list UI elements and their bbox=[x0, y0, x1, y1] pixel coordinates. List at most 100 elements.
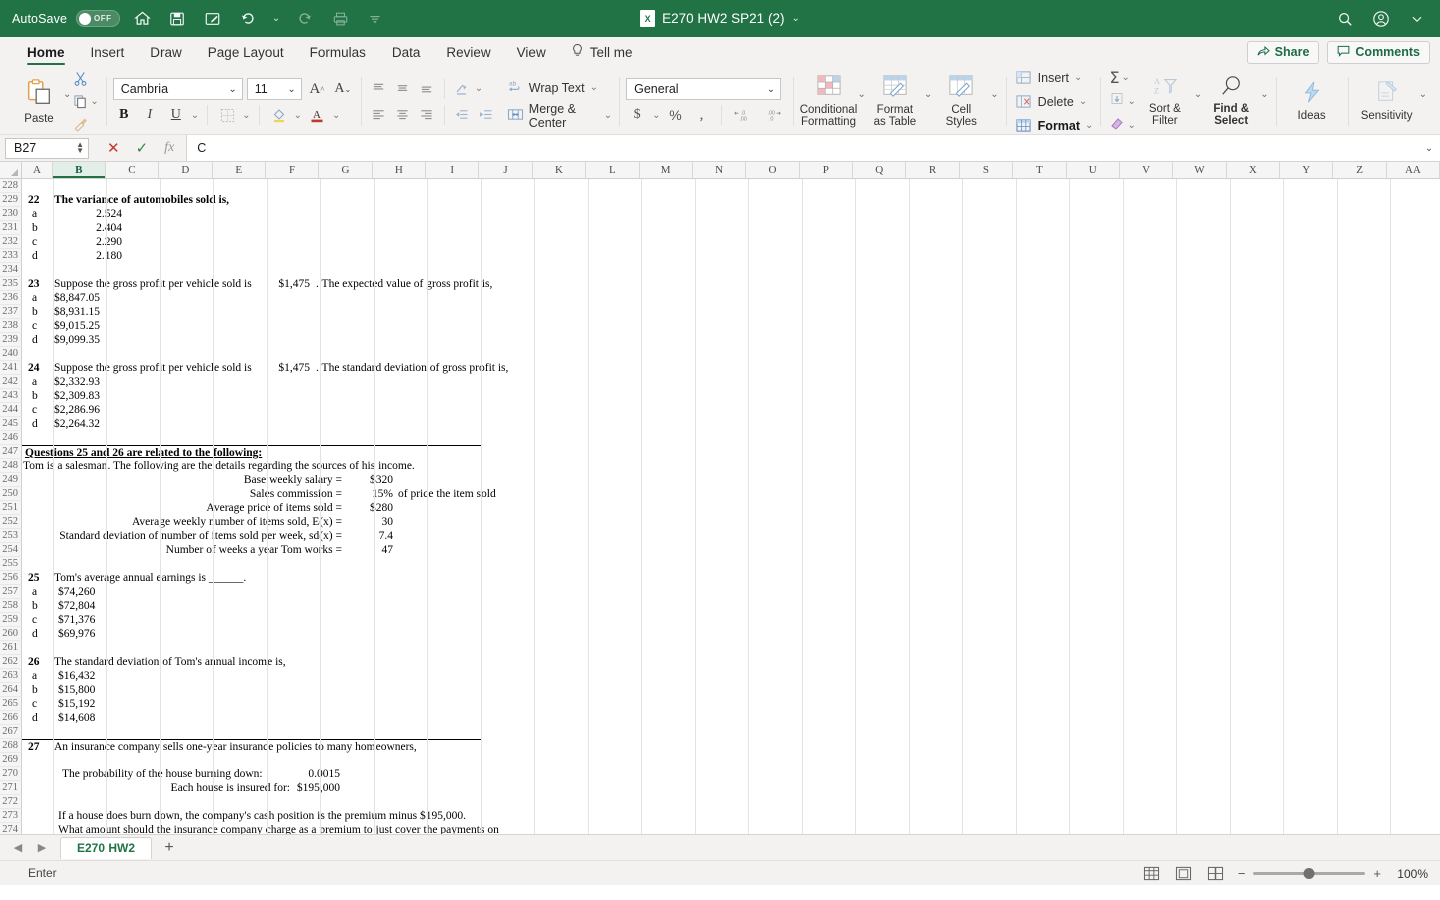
column-header-p[interactable]: P bbox=[800, 162, 853, 178]
column-header-y[interactable]: Y bbox=[1280, 162, 1334, 178]
cell-text[interactable]: 27 bbox=[28, 740, 40, 754]
tab-home[interactable]: Home bbox=[14, 37, 78, 67]
column-header-m[interactable]: M bbox=[640, 162, 693, 178]
insert-dropdown-icon[interactable]: ⌄ bbox=[1074, 72, 1082, 83]
cell-text[interactable]: b bbox=[32, 683, 38, 697]
cell-text[interactable]: . The standard deviation of gross profit… bbox=[316, 361, 508, 375]
cell-text[interactable]: 22 bbox=[28, 193, 40, 207]
row-header-266[interactable]: 266 bbox=[0, 711, 22, 725]
row-header-230[interactable]: 230 bbox=[0, 207, 22, 221]
cell-styles-dropdown-icon[interactable]: ⌄ bbox=[990, 89, 998, 100]
row-cells[interactable]: b 2.404 bbox=[22, 221, 1440, 235]
row-header-273[interactable]: 273 bbox=[0, 809, 22, 823]
cell-text[interactable]: $16,432 bbox=[58, 669, 95, 683]
row-cells[interactable] bbox=[22, 753, 1440, 767]
cell-text[interactable]: Each house is insured for: bbox=[62, 781, 290, 795]
row-cells[interactable]: c $15,192 bbox=[22, 697, 1440, 711]
name-box[interactable]: B27 ▲ ▼ bbox=[5, 137, 89, 159]
cell-text[interactable]: 30 bbox=[350, 515, 394, 529]
confirm-icon[interactable]: ✓ bbox=[136, 139, 149, 157]
row-cells[interactable]: d $14,608 bbox=[22, 711, 1440, 725]
row-cells[interactable]: b $8,931.15 bbox=[22, 305, 1440, 319]
insert-function-icon[interactable]: fx bbox=[164, 140, 174, 156]
sort-filter-button[interactable]: AZ Sort & Filter bbox=[1136, 75, 1194, 129]
cell-text[interactable]: The probability of the house burning dow… bbox=[62, 767, 263, 781]
cell-text[interactable]: d bbox=[32, 249, 38, 263]
copy-button[interactable]: ⌄ bbox=[73, 92, 99, 112]
row-cells[interactable]: a $74,260 bbox=[22, 585, 1440, 599]
font-name-combo[interactable]: Cambria ⌄ bbox=[112, 78, 243, 100]
cell-text[interactable]: 2.404 bbox=[77, 221, 122, 235]
zoom-track[interactable] bbox=[1253, 867, 1366, 879]
row-cells[interactable]: Base weekly salary = $320 bbox=[22, 473, 1440, 487]
sheet-tab-e270-hw2[interactable]: E270 HW2 bbox=[60, 836, 153, 859]
fill-button[interactable]: ⌄ bbox=[1109, 92, 1136, 112]
undo-dropdown-icon[interactable]: ⌄ bbox=[269, 7, 283, 31]
autosum-button[interactable]: Σ ⌄ bbox=[1109, 68, 1135, 88]
save-icon[interactable] bbox=[164, 7, 190, 31]
increase-indent-icon[interactable] bbox=[475, 105, 497, 125]
cell-text[interactable]: 2.290 bbox=[77, 235, 122, 249]
row-cells[interactable]: d $9,099.35 bbox=[22, 333, 1440, 347]
row-cells[interactable]: c $71,376 bbox=[22, 613, 1440, 627]
select-all-corner[interactable] bbox=[0, 162, 22, 178]
cell-text[interactable]: Tom's average annual earnings is ______. bbox=[54, 571, 246, 585]
row-header-264[interactable]: 264 bbox=[0, 683, 22, 697]
row-header-229[interactable]: 229 bbox=[0, 193, 22, 207]
customize-toolbar-icon[interactable] bbox=[362, 7, 388, 31]
row-header-243[interactable]: 243 bbox=[0, 389, 22, 403]
cell-text[interactable]: If a house does burn down, the company's… bbox=[58, 809, 466, 823]
row-cells[interactable]: 26 The standard deviation of Tom's annual… bbox=[22, 655, 1440, 669]
merge-center-dropdown-icon[interactable]: ⌄ bbox=[604, 110, 612, 121]
align-right-icon[interactable] bbox=[416, 105, 438, 125]
tab-view[interactable]: View bbox=[504, 37, 559, 67]
row-cells[interactable]: c $2,286.96 bbox=[22, 403, 1440, 417]
row-cells[interactable]: Tom is a salesman. The following are the… bbox=[22, 459, 1440, 473]
paste-button[interactable]: Paste bbox=[15, 78, 63, 125]
row-cells[interactable]: Standard deviation of number of items so… bbox=[22, 529, 1440, 543]
cell-text[interactable]: 2.180 bbox=[77, 249, 122, 263]
cell-text[interactable]: $15,800 bbox=[58, 683, 95, 697]
row-header-248[interactable]: 248 bbox=[0, 459, 22, 473]
previous-sheet-icon[interactable]: ◀ bbox=[8, 841, 28, 854]
row-header-261[interactable]: 261 bbox=[0, 641, 22, 655]
accounting-format-icon[interactable]: $ bbox=[626, 105, 648, 125]
cell-text[interactable]: The standard deviation of Tom's annual i… bbox=[54, 655, 286, 669]
column-header-w[interactable]: W bbox=[1173, 162, 1227, 178]
fill-color-icon[interactable] bbox=[268, 105, 290, 125]
cell-text[interactable]: a bbox=[32, 375, 37, 389]
italic-button[interactable]: I bbox=[139, 105, 161, 125]
cell-text[interactable]: Base weekly salary = bbox=[25, 473, 342, 487]
cell-text[interactable]: An insurance company sells one-year insu… bbox=[54, 740, 417, 754]
row-cells[interactable] bbox=[22, 347, 1440, 361]
row-cells[interactable]: 23 Suppose the gross profit per vehicle s… bbox=[22, 277, 1440, 291]
row-cells[interactable]: Questions 25 and 26 are related to the f… bbox=[22, 445, 481, 459]
tab-draw[interactable]: Draw bbox=[137, 37, 195, 67]
increase-decimal-icon[interactable]: .0.00 bbox=[730, 105, 756, 125]
text-orientation-icon[interactable] bbox=[451, 79, 473, 99]
cell-text[interactable]: $280 bbox=[350, 501, 393, 515]
column-header-u[interactable]: U bbox=[1067, 162, 1120, 178]
row-cells[interactable]: If a house does burn down, the company's… bbox=[22, 809, 1440, 823]
column-header-x[interactable]: X bbox=[1227, 162, 1280, 178]
row-cells[interactable] bbox=[22, 179, 1440, 193]
cell-text[interactable]: c bbox=[32, 697, 37, 711]
format-painter-button[interactable] bbox=[73, 115, 98, 135]
cell-text[interactable]: d bbox=[32, 417, 38, 431]
font-size-combo[interactable]: 11 ⌄ bbox=[246, 78, 302, 100]
name-box-spinner-icon[interactable]: ▲ ▼ bbox=[76, 141, 84, 155]
next-sheet-icon[interactable]: ▶ bbox=[32, 841, 52, 854]
column-header-c[interactable]: C bbox=[106, 162, 160, 178]
formula-input[interactable]: C bbox=[186, 135, 1418, 161]
row-header-234[interactable]: 234 bbox=[0, 263, 22, 277]
row-cells[interactable]: 27 An insurance company sells one-year in… bbox=[22, 739, 481, 753]
cell-text[interactable]: $1,475 bbox=[260, 277, 310, 291]
align-center-icon[interactable] bbox=[392, 105, 414, 125]
share-button[interactable]: Share bbox=[1246, 40, 1320, 64]
column-header-f[interactable]: F bbox=[266, 162, 320, 178]
row-header-241[interactable]: 241 bbox=[0, 361, 22, 375]
column-header-j[interactable]: J bbox=[479, 162, 533, 178]
cell-text[interactable]: $2,264.32 bbox=[54, 417, 100, 431]
tab-insert[interactable]: Insert bbox=[78, 37, 138, 67]
align-top-icon[interactable] bbox=[368, 79, 390, 99]
